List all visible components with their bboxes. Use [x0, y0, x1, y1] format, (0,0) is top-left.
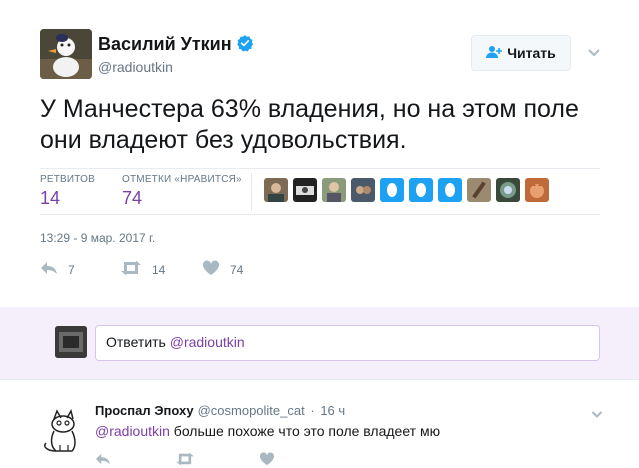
retweet-button[interactable]	[175, 452, 205, 468]
liker-avatar[interactable]	[496, 178, 520, 202]
retweet-button[interactable]: 14	[120, 260, 165, 279]
retweets-label: РЕТВИТОВ	[40, 174, 96, 185]
verified-badge-icon	[236, 34, 254, 57]
likes-count: 74	[122, 188, 143, 208]
likes-label: ОТМЕТКИ «НРАВИТСЯ»	[122, 174, 242, 185]
likes-stat[interactable]: ОТМЕТКИ «НРАВИТСЯ» 74	[122, 174, 242, 209]
reply-tweet-text: @radioutkin больше похоже что это поле в…	[95, 423, 440, 439]
chevron-down-icon[interactable]	[591, 406, 603, 418]
liker-avatar[interactable]	[293, 178, 317, 202]
liker-avatar-default[interactable]	[409, 178, 433, 202]
stats-divider	[40, 168, 600, 169]
reply-tweet-header: Проспал Эпоху @cosmopolite_cat · 16 ч	[95, 403, 345, 418]
reply-icon	[40, 260, 68, 279]
retweets-count: 14	[40, 188, 61, 208]
stats-separator	[251, 173, 252, 211]
reply-author-name[interactable]: Проспал Эпоху	[95, 403, 194, 418]
reply-body: больше похоже что это поле владеет мю	[169, 423, 441, 439]
heart-icon	[202, 260, 230, 279]
retweet-icon	[175, 452, 205, 468]
reply-separator: ·	[310, 403, 315, 418]
reply-count: 7	[68, 262, 75, 277]
reply-tweet[interactable]: Проспал Эпоху @cosmopolite_cat · 16 ч @ra…	[0, 379, 639, 468]
tweet-text: У Манчестера 63% владения, но на этом по…	[40, 95, 579, 154]
like-button[interactable]	[259, 452, 285, 468]
reply-placeholder-mention: @radioutkin	[169, 334, 245, 350]
reply-mention[interactable]: @radioutkin	[95, 423, 170, 439]
retweet-icon	[120, 260, 152, 279]
reply-button[interactable]	[95, 452, 121, 468]
author-screen-name[interactable]: @radioutkin	[98, 59, 173, 75]
reply-input[interactable]: Ответить @radioutkin	[95, 325, 600, 361]
liker-avatar[interactable]	[264, 178, 288, 202]
liker-avatar[interactable]	[467, 178, 491, 202]
reply-time[interactable]: 16 ч	[320, 403, 345, 418]
follow-button-label: Читать	[507, 45, 556, 61]
liker-avatar-default[interactable]	[438, 178, 462, 202]
person-plus-icon	[486, 45, 507, 62]
reply-author-avatar[interactable]	[36, 405, 88, 457]
author-avatar[interactable]	[40, 29, 92, 79]
liker-avatar[interactable]	[525, 178, 549, 202]
liker-avatar-default[interactable]	[380, 178, 404, 202]
reply-button[interactable]: 7	[40, 260, 75, 279]
tweet-permalink: Василий Уткин @radioutkin Читать У Манче…	[0, 0, 639, 296]
liker-avatar[interactable]	[351, 178, 375, 202]
heart-icon	[259, 452, 285, 468]
author-name-text: Василий Уткин	[98, 34, 232, 54]
retweet-count: 14	[152, 262, 166, 277]
liker-avatar[interactable]	[322, 178, 346, 202]
reply-placeholder-text: Ответить	[106, 334, 170, 350]
like-button[interactable]: 74	[202, 260, 243, 279]
reply-composer: Ответить @radioutkin	[0, 307, 639, 379]
like-count: 74	[230, 262, 244, 277]
author-name[interactable]: Василий Уткин	[98, 34, 254, 57]
reply-author-screen-name[interactable]: @cosmopolite_cat	[198, 403, 305, 418]
tweet-timestamp[interactable]: 13:29 - 9 мар. 2017 г.	[40, 231, 155, 245]
retweets-stat[interactable]: РЕТВИТОВ 14	[40, 174, 95, 209]
follow-button[interactable]: Читать	[471, 35, 571, 71]
stats-divider	[40, 214, 600, 215]
reply-icon	[95, 452, 121, 468]
chevron-down-icon[interactable]	[587, 45, 601, 57]
current-user-avatar	[55, 326, 87, 358]
